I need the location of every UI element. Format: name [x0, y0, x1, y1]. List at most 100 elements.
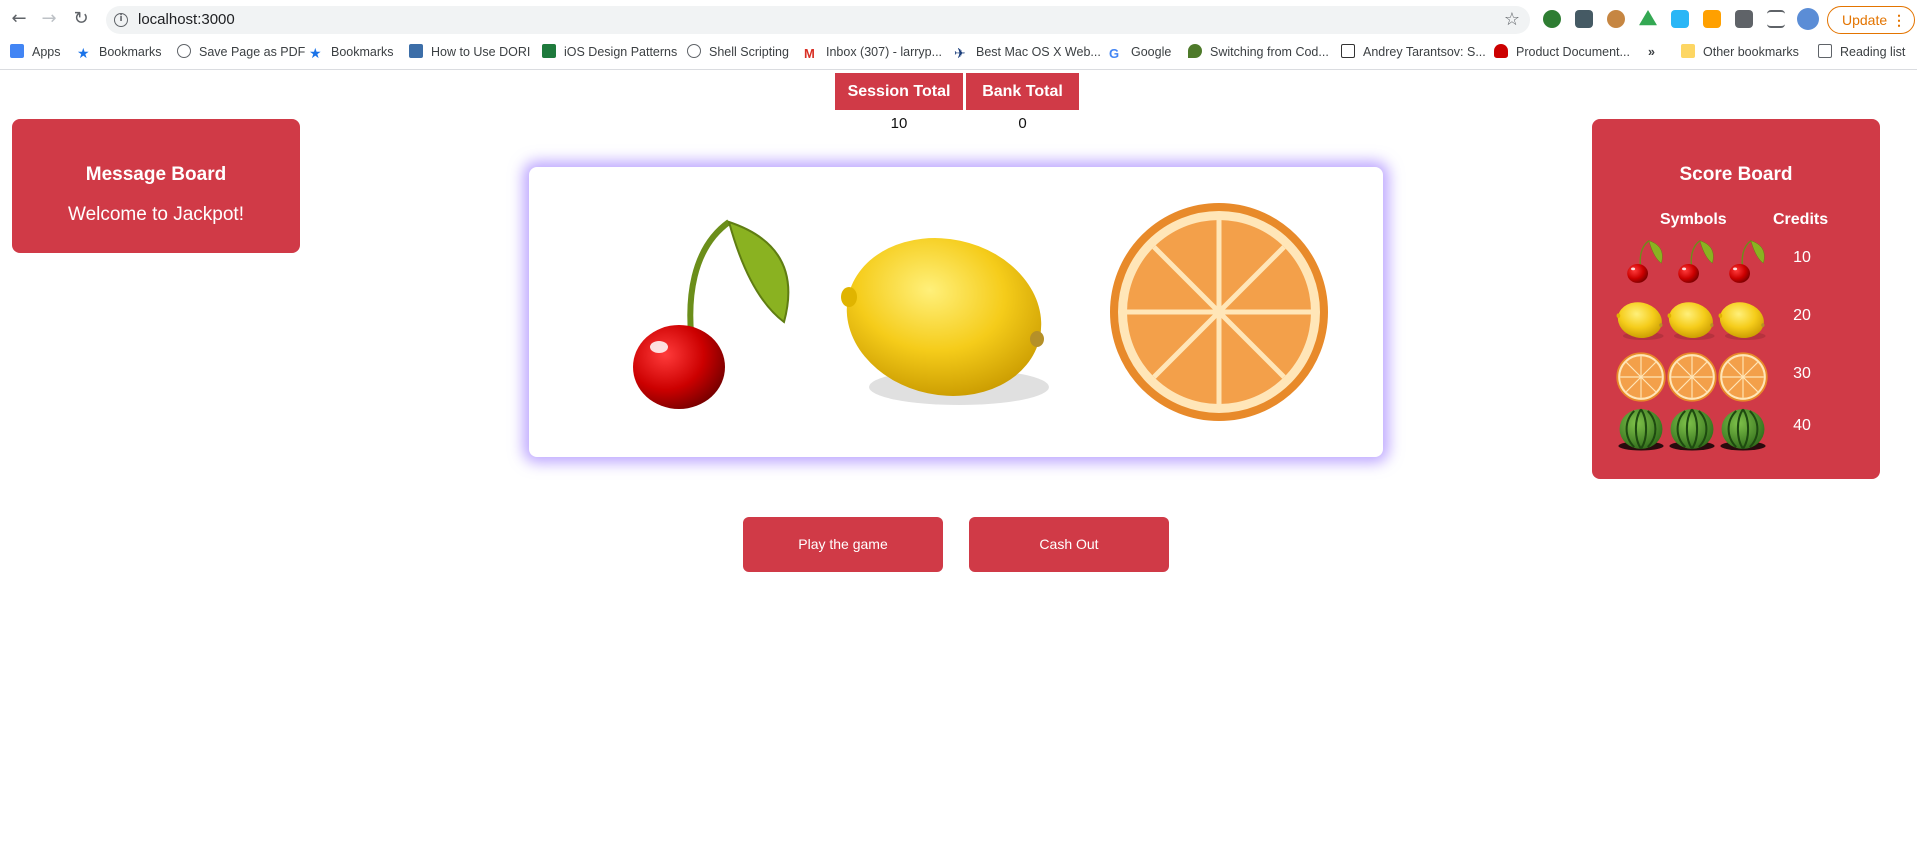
menu-dots-icon: ⋮	[1892, 12, 1906, 28]
forward-arrow-icon[interactable]: →	[38, 8, 60, 30]
ios-patterns-icon	[542, 44, 556, 58]
bookmark-inbox[interactable]: M Inbox (307) - larryp...	[804, 43, 942, 61]
session-total-header: Session Total	[835, 73, 963, 110]
bookmark-apps[interactable]: Apps	[10, 43, 61, 61]
credits-header: Credits	[1773, 211, 1829, 228]
score-row-watermelon: 40	[1616, 403, 1866, 455]
orange-icon	[1616, 351, 1666, 403]
url-text[interactable]: localhost:3000	[138, 11, 235, 28]
bookmark-save-page-pdf[interactable]: Save Page as PDF	[177, 43, 305, 61]
lemon-icon	[1718, 293, 1768, 345]
cash-out-button[interactable]: Cash Out	[969, 517, 1169, 572]
extension-green-icon[interactable]	[1543, 10, 1561, 28]
bookmark-dori[interactable]: How to Use DORI	[409, 43, 530, 61]
bookmark-ios-patterns[interactable]: iOS Design Patterns	[542, 43, 677, 61]
bookmark-star-icon[interactable]: ☆	[1504, 9, 1520, 30]
orange-icon	[1718, 351, 1768, 403]
orange-icon	[1667, 351, 1717, 403]
other-bookmarks-label: Other bookmarks	[1703, 45, 1799, 59]
browser-chrome: ← → ↻ i localhost:3000 ☆ Update ⋮ Apps ★…	[0, 0, 1917, 70]
bookmark-bookmarks-1[interactable]: ★ Bookmarks	[77, 43, 162, 61]
google-drive-icon[interactable]	[1639, 10, 1657, 26]
score-row-cherry: 10	[1616, 235, 1866, 287]
bookmark-switching[interactable]: Switching from Cod...	[1188, 43, 1329, 61]
score-row-lemon: 20	[1616, 293, 1866, 345]
bookmark-label: Product Document...	[1516, 45, 1630, 59]
score-row-credits: 20	[1793, 307, 1811, 324]
apps-grid-icon	[10, 44, 24, 58]
reload-icon[interactable]: ↻	[70, 8, 92, 30]
extension-blue-icon[interactable]	[1671, 10, 1689, 28]
bank-total-value: 0	[1018, 115, 1027, 132]
address-bar[interactable]: i localhost:3000 ☆	[106, 6, 1530, 34]
leaf-icon	[1188, 44, 1202, 58]
message-board: Message Board Welcome to Jackpot!	[12, 119, 300, 253]
watermelon-icon	[1718, 403, 1768, 455]
folder-icon	[1681, 44, 1695, 58]
bookmark-label: Google	[1131, 45, 1172, 59]
bookmark-andrey[interactable]: Andrey Tarantsov: S...	[1341, 43, 1486, 61]
google-icon: G	[1109, 46, 1120, 61]
reel-3-orange-icon	[1109, 197, 1329, 427]
extension-bug-icon[interactable]	[1575, 10, 1593, 28]
profile-avatar[interactable]	[1797, 8, 1819, 30]
plane-icon: ✈	[954, 45, 966, 61]
reel-1-cherry-icon	[584, 197, 804, 427]
bookmark-mac-os-x[interactable]: ✈ Best Mac OS X Web...	[954, 43, 1101, 61]
reading-list-icon	[1818, 44, 1832, 58]
session-total-value: 10	[890, 115, 908, 132]
bookmark-label: iOS Design Patterns	[564, 45, 678, 59]
bookmark-google[interactable]: G Google	[1109, 43, 1171, 61]
gmail-icon: M	[804, 46, 815, 61]
bookmark-shell-scripting[interactable]: Shell Scripting	[687, 43, 789, 61]
site-info-icon[interactable]: i	[114, 13, 128, 27]
dori-icon	[409, 44, 423, 58]
back-arrow-icon[interactable]: ←	[8, 8, 30, 30]
bookmark-label: Inbox (307) - larryp...	[826, 45, 943, 59]
lemon-icon	[1667, 293, 1717, 345]
square-icon	[1341, 44, 1355, 58]
score-row-symbols	[1616, 235, 1768, 287]
update-button[interactable]: Update ⋮	[1827, 6, 1915, 34]
bookmark-label: Andrey Tarantsov: S...	[1363, 45, 1486, 59]
bookmarks-overflow-icon[interactable]: »	[1648, 43, 1655, 61]
browser-toolbar: ← → ↻ i localhost:3000 ☆ Update ⋮	[0, 0, 1917, 38]
reading-list[interactable]: Reading list	[1818, 43, 1905, 61]
lemon-icon	[1616, 293, 1666, 345]
bank-total-header: Bank Total	[966, 73, 1079, 110]
globe-icon	[687, 44, 701, 58]
globe-icon	[177, 44, 191, 58]
bookmark-label: How to Use DORI	[431, 45, 531, 59]
reel-2-lemon-icon	[839, 197, 1059, 427]
bookmark-label: Bookmarks	[99, 45, 162, 59]
update-button-label: Update	[1842, 12, 1888, 28]
bookmark-label: Bookmarks	[331, 45, 394, 59]
bookmark-label: Shell Scripting	[709, 45, 789, 59]
bookmark-label: Apps	[32, 45, 61, 59]
score-row-symbols	[1616, 403, 1768, 455]
redhat-icon	[1494, 44, 1508, 58]
score-row-credits: 10	[1793, 249, 1811, 266]
extensions-puzzle-icon[interactable]	[1735, 10, 1753, 28]
score-row-symbols	[1616, 293, 1768, 345]
extension-orange-icon[interactable]	[1703, 10, 1721, 28]
score-row-credits: 30	[1793, 365, 1811, 382]
bookmark-label: Switching from Cod...	[1210, 45, 1329, 59]
bookmark-label: Best Mac OS X Web...	[976, 45, 1101, 59]
score-board-title: Score Board	[1679, 164, 1793, 185]
symbols-header: Symbols	[1660, 211, 1727, 228]
media-queue-icon[interactable]	[1767, 10, 1785, 28]
bookmark-label: Save Page as PDF	[199, 45, 306, 59]
bookmark-bookmarks-2[interactable]: ★ Bookmarks	[309, 43, 394, 61]
score-board: Score Board Symbols Credits 10 20 30 40	[1592, 119, 1880, 479]
slot-reels	[529, 167, 1383, 457]
score-row-symbols	[1616, 351, 1768, 403]
cherry-icon	[1718, 235, 1768, 287]
bookmark-product-docs[interactable]: Product Document...	[1494, 43, 1630, 61]
play-button[interactable]: Play the game	[743, 517, 943, 572]
cherry-icon	[1616, 235, 1666, 287]
other-bookmarks[interactable]: Other bookmarks	[1681, 43, 1799, 61]
score-row-orange: 30	[1616, 351, 1866, 403]
extension-cookie-icon[interactable]	[1607, 10, 1625, 28]
watermelon-icon	[1667, 403, 1717, 455]
